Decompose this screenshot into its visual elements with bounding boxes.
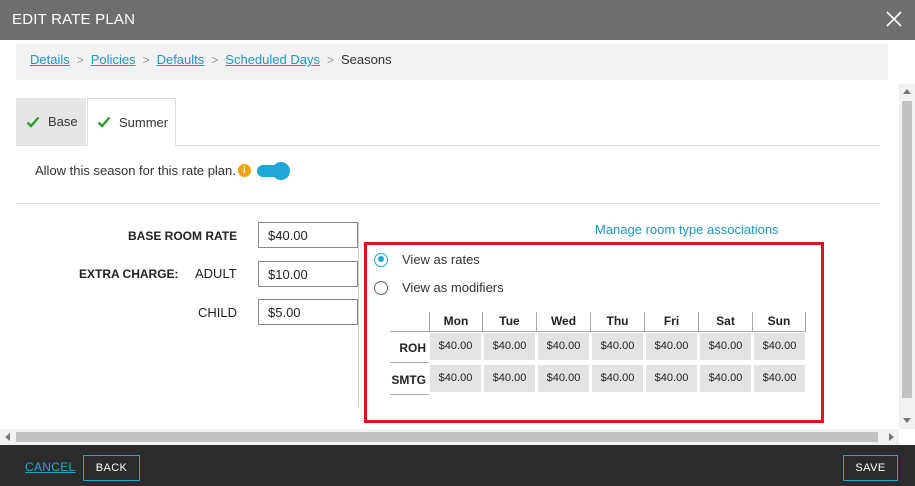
breadcrumb-defaults[interactable]: Defaults bbox=[157, 52, 205, 67]
rate-cell[interactable]: $40.00 bbox=[538, 333, 589, 360]
tab-base-label: Base bbox=[48, 114, 78, 129]
save-button[interactable]: SAVE bbox=[843, 455, 898, 481]
rate-cell[interactable]: $40.00 bbox=[700, 333, 751, 360]
base-room-rate-label: BASE ROOM RATE bbox=[128, 229, 238, 243]
rate-cell[interactable]: $40.00 bbox=[430, 365, 481, 392]
breadcrumb-separator: > bbox=[326, 53, 334, 67]
scroll-up-arrow-icon[interactable] bbox=[903, 89, 911, 94]
breadcrumb-separator: > bbox=[211, 53, 219, 67]
breadcrumb-separator: > bbox=[142, 53, 150, 67]
info-icon[interactable]: i bbox=[237, 164, 251, 177]
rate-cell[interactable]: $40.00 bbox=[646, 333, 697, 360]
day-header: Sun bbox=[752, 312, 806, 331]
dialog-title: EDIT RATE PLAN bbox=[12, 11, 136, 28]
view-as-rates-label: View as rates bbox=[402, 252, 480, 267]
day-header: Thu bbox=[590, 312, 644, 331]
row-divider bbox=[390, 331, 429, 332]
breadcrumb-scheduled-days[interactable]: Scheduled Days bbox=[225, 52, 320, 67]
radio-selected[interactable] bbox=[374, 252, 388, 267]
day-header: Mon bbox=[429, 312, 482, 331]
day-header: Tue bbox=[482, 312, 536, 331]
breadcrumb-details[interactable]: Details bbox=[30, 52, 70, 67]
child-label: CHILD bbox=[198, 305, 238, 320]
tab-summer-label: Summer bbox=[119, 114, 169, 130]
breadcrumb-separator: > bbox=[76, 53, 84, 67]
footer-bar: CANCEL BACK SAVE bbox=[0, 445, 915, 486]
rate-cell[interactable]: $40.00 bbox=[754, 365, 805, 392]
header-divider bbox=[429, 331, 806, 332]
close-icon[interactable] bbox=[883, 8, 905, 30]
manage-room-type-associations-link[interactable]: Manage room type associations bbox=[595, 222, 779, 237]
vertical-scrollbar[interactable] bbox=[899, 84, 915, 429]
checkmark-icon bbox=[26, 116, 40, 128]
horizontal-scrollbar[interactable] bbox=[0, 429, 899, 445]
tab-base[interactable]: Base bbox=[16, 98, 86, 145]
room-type-label: ROH bbox=[399, 341, 426, 355]
tab-summer[interactable]: Summer bbox=[87, 98, 176, 146]
rate-cell[interactable]: $40.00 bbox=[700, 365, 751, 392]
divider bbox=[16, 203, 880, 204]
allow-season-toggle[interactable] bbox=[256, 161, 290, 180]
day-header: Wed bbox=[536, 312, 590, 331]
adult-label: ADULT bbox=[195, 266, 237, 281]
day-header: Fri bbox=[644, 312, 698, 331]
vertical-scroll-thumb[interactable] bbox=[902, 101, 912, 398]
scroll-left-arrow-icon[interactable] bbox=[5, 433, 10, 441]
rate-cell[interactable]: $40.00 bbox=[592, 333, 643, 360]
rate-cell[interactable]: $40.00 bbox=[484, 333, 535, 360]
rate-cell[interactable]: $40.00 bbox=[592, 365, 643, 392]
day-header: Sat bbox=[698, 312, 752, 331]
scroll-down-arrow-icon[interactable] bbox=[903, 418, 911, 423]
breadcrumb: Details > Policies > Defaults > Scheduled Days… bbox=[16, 44, 888, 80]
checkmark-icon bbox=[97, 116, 111, 128]
row-divider bbox=[390, 394, 429, 395]
title-bar: EDIT RATE PLAN bbox=[0, 0, 915, 40]
room-type-label: SMTG bbox=[391, 373, 426, 387]
extra-charge-label: EXTRA CHARGE: bbox=[79, 267, 179, 281]
toggle-knob bbox=[271, 161, 290, 180]
scroll-right-arrow-icon[interactable] bbox=[889, 433, 894, 441]
base-room-rate-input[interactable] bbox=[258, 222, 358, 248]
view-as-modifiers-option[interactable]: View as modifiers bbox=[374, 280, 504, 295]
view-as-rates-option[interactable]: View as rates bbox=[374, 252, 480, 267]
adult-charge-input[interactable] bbox=[258, 261, 358, 287]
view-as-modifiers-label: View as modifiers bbox=[402, 280, 504, 295]
rate-cell[interactable]: $40.00 bbox=[754, 333, 805, 360]
allow-season-row: Allow this season for this rate plan. i bbox=[35, 161, 290, 180]
rate-cell[interactable]: $40.00 bbox=[646, 365, 697, 392]
breadcrumb-policies[interactable]: Policies bbox=[91, 52, 136, 67]
season-tabs: Base Summer bbox=[16, 98, 880, 146]
cancel-link[interactable]: CANCEL bbox=[25, 460, 75, 474]
allow-season-label: Allow this season for this rate plan. bbox=[35, 163, 236, 178]
rate-cell[interactable]: $40.00 bbox=[484, 365, 535, 392]
rate-cell[interactable]: $40.00 bbox=[430, 333, 481, 360]
horizontal-scroll-thumb[interactable] bbox=[16, 432, 878, 442]
radio-unselected[interactable] bbox=[374, 280, 388, 295]
rate-cell[interactable]: $40.00 bbox=[538, 365, 589, 392]
edit-rate-plan-dialog: EDIT RATE PLAN Details > Policies > Defaults… bbox=[0, 0, 915, 486]
child-charge-input[interactable] bbox=[258, 299, 358, 325]
back-button[interactable]: BACK bbox=[83, 455, 140, 481]
section-divider bbox=[358, 222, 359, 407]
row-divider bbox=[390, 362, 429, 363]
breadcrumb-current: Seasons bbox=[340, 52, 392, 67]
